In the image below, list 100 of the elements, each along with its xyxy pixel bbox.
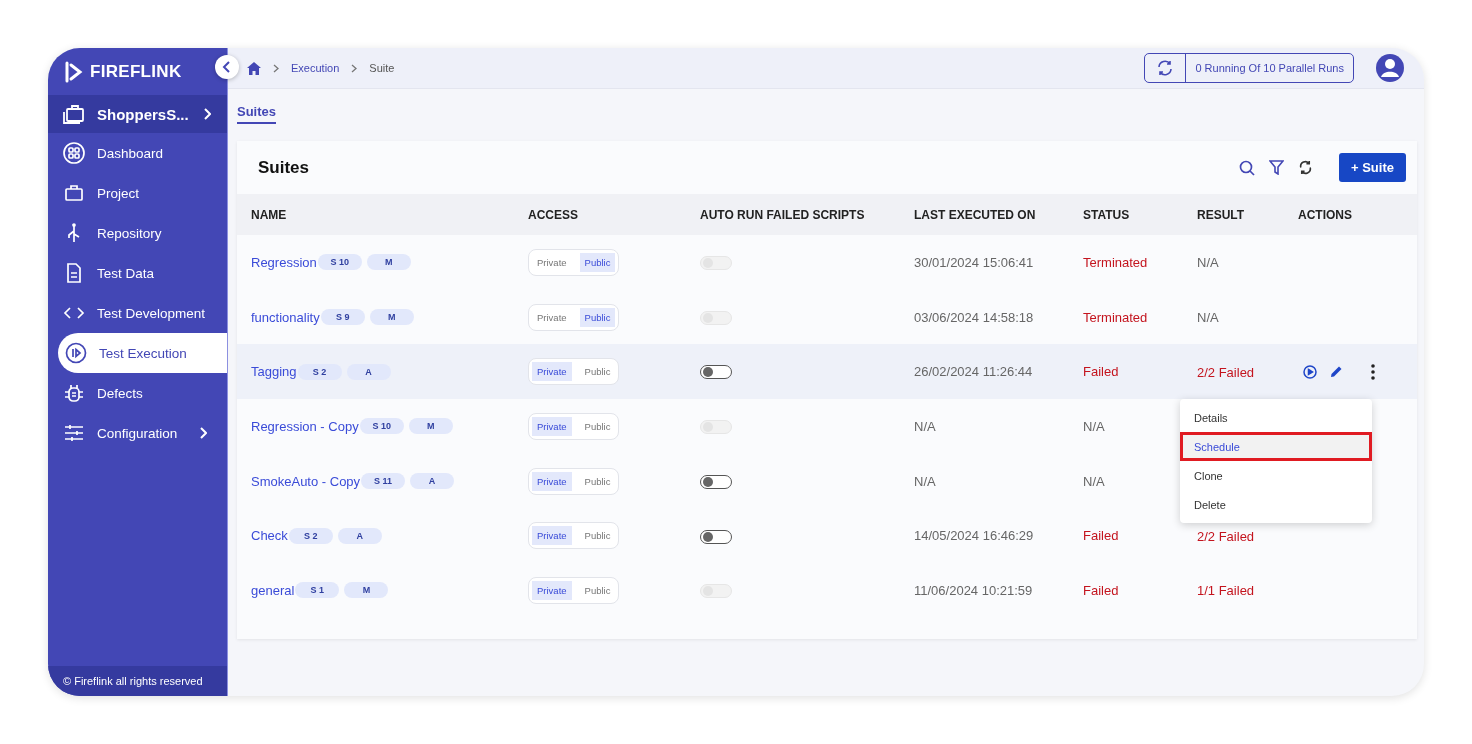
last-executed-cell-text: 30/01/2024 15:06:41 — [914, 254, 1035, 270]
access-option[interactable]: Private — [532, 362, 572, 382]
refresh-icon[interactable] — [1298, 160, 1313, 175]
menu-item[interactable]: Schedule — [1180, 432, 1372, 461]
chevron-icon — [199, 427, 208, 439]
result-cell: N/A — [1197, 310, 1219, 326]
suite-tag: S 2 — [288, 527, 333, 544]
last-executed-cell-text: 26/02/2024 11:26:44 — [914, 364, 1034, 380]
access-option[interactable]: Public — [579, 252, 616, 272]
chevron-icon — [203, 108, 211, 120]
search-icon[interactable] — [1239, 159, 1255, 176]
column-header: LAST EXECUTED ON — [914, 207, 1037, 222]
access-option[interactable]: Public — [579, 307, 616, 327]
suite-name-link[interactable]: functionality — [251, 309, 320, 325]
access-option[interactable]: Private — [532, 416, 572, 436]
play-icon — [65, 342, 87, 364]
add-suite-button[interactable]: + Suite — [1339, 153, 1406, 182]
last-executed-cell-text: N/A — [914, 473, 937, 489]
sliders-icon — [63, 422, 85, 444]
status-cell-text: Failed — [1083, 528, 1120, 544]
suite-tag: A — [346, 363, 391, 380]
dashboard-icon — [63, 142, 85, 164]
access-option[interactable]: Private — [532, 252, 572, 272]
suite-name-link[interactable]: SmokeAuto - Copy — [251, 473, 361, 489]
column-header: AUTO RUN FAILED SCRIPTS — [700, 207, 866, 222]
parallel-runs-text: 0 Running Of 10 Parallel Runs — [1194, 62, 1345, 74]
suite-name-link[interactable]: Tagging — [251, 364, 297, 380]
status-cell-text: Failed — [1083, 582, 1120, 598]
status-cell-text: N/A — [1083, 418, 1106, 434]
briefcase-icon — [63, 104, 85, 124]
suite-tag: S 10 — [317, 254, 362, 271]
access-option[interactable]: Public — [579, 580, 616, 600]
result-cell: N/A — [1197, 255, 1219, 271]
access-option[interactable]: Public — [579, 362, 616, 382]
column-header: STATUS — [1083, 207, 1131, 222]
run-icon[interactable] — [1303, 364, 1317, 379]
project-selector[interactable]: ShoppersS... — [48, 95, 227, 133]
status-cell-text: Terminated — [1083, 254, 1149, 270]
sidebar-item[interactable]: Project — [48, 173, 227, 213]
auto-run-switch[interactable] — [700, 529, 732, 544]
status-cell-text: N/A — [1083, 473, 1106, 489]
chevron-left-icon — [222, 61, 232, 73]
access-option[interactable]: Private — [532, 471, 572, 491]
column-header: ACTIONS — [1298, 207, 1353, 222]
column-header: RESULT — [1197, 207, 1246, 222]
result-cell: 2/2 Failed — [1197, 528, 1255, 544]
suite-tag: S 1 — [295, 582, 340, 599]
bug-icon — [63, 382, 85, 404]
status-cell-text: Failed — [1083, 364, 1120, 380]
suite-name-link[interactable]: Regression — [251, 254, 317, 270]
sidebar-item[interactable]: Dashboard — [48, 133, 227, 173]
suite-tag: S 2 — [297, 363, 342, 380]
card-title: Suites — [258, 157, 310, 178]
access-option[interactable]: Public — [579, 526, 616, 546]
access-option[interactable]: Private — [532, 526, 572, 546]
auto-run-switch[interactable] — [700, 365, 732, 380]
briefcase-icon — [63, 182, 85, 204]
menu-item[interactable]: Details — [1180, 403, 1372, 432]
suite-tag: A — [337, 527, 382, 544]
menu-item[interactable]: Clone — [1180, 461, 1372, 490]
suite-name-link[interactable]: Check — [251, 528, 288, 544]
result-cell: 1/1 Failed — [1197, 583, 1255, 599]
suite-name-link[interactable]: Regression - Copy — [251, 418, 359, 434]
suite-tag: M — [366, 254, 411, 271]
menu-item[interactable]: Delete — [1180, 490, 1372, 519]
access-option[interactable]: Public — [579, 416, 616, 436]
suite-tag: S 11 — [361, 473, 406, 490]
status-cell-text: Terminated — [1083, 309, 1149, 325]
logo-text: FIREFLINK — [90, 61, 182, 82]
suite-tag: M — [369, 309, 414, 326]
column-header: ACCESS — [528, 207, 579, 222]
last-executed-cell-text: 11/06/2024 10:21:59 — [914, 582, 1034, 598]
breadcrumb-item[interactable]: Execution — [291, 62, 340, 74]
access-option[interactable]: Public — [579, 471, 616, 491]
suite-name-link[interactable]: general — [251, 582, 295, 598]
avatar-icon[interactable] — [1376, 54, 1404, 82]
sidebar-item[interactable]: Test Data — [48, 253, 227, 293]
more-icon[interactable] — [1371, 363, 1375, 380]
edit-icon[interactable] — [1329, 364, 1343, 379]
last-executed-cell-text: N/A — [914, 418, 937, 434]
suite-tag: M — [344, 582, 389, 599]
table-row[interactable]: Tagging S 2 A Private Public 26/02/2024 11:26:44 Failed 2/2 Failed — [237, 344, 1417, 400]
sidebar-item[interactable]: Repository — [48, 213, 227, 253]
tab[interactable]: Suites — [237, 104, 276, 124]
sidebar-item[interactable]: Test Development — [48, 293, 227, 333]
chevron-icon — [273, 63, 279, 73]
copyright-text: © Fireflink all rights reserved — [48, 666, 227, 696]
auto-run-switch[interactable] — [700, 474, 732, 489]
sidebar-item[interactable]: Test Execution — [58, 333, 227, 373]
suite-tag: S 9 — [320, 309, 365, 326]
column-header: NAME — [251, 207, 288, 222]
last-executed-cell-text: 03/06/2024 14:58:18 — [914, 309, 1035, 325]
breadcrumb-item: Suite — [369, 62, 395, 74]
home-icon[interactable] — [247, 61, 261, 75]
access-option[interactable]: Private — [532, 580, 572, 600]
suite-tag: S 10 — [359, 418, 404, 435]
sidebar-item[interactable]: Defects — [48, 373, 227, 413]
access-option[interactable]: Private — [532, 307, 572, 327]
sidebar-item[interactable]: Configuration — [48, 413, 227, 453]
filter-icon[interactable] — [1269, 160, 1284, 175]
